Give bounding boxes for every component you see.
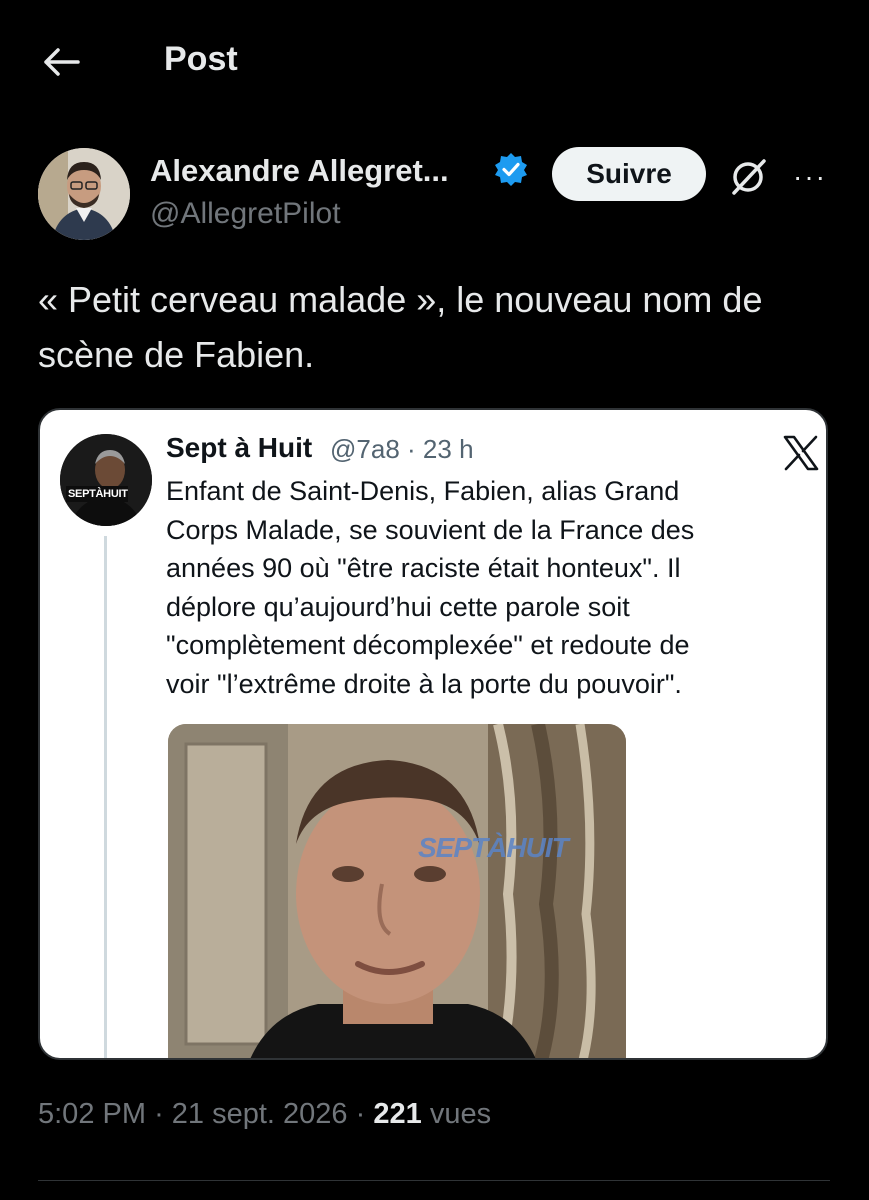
post-text-line: scène de Fabien.	[38, 334, 315, 375]
author-row: Alexandre Allegret... @AllegretPilot Sui…	[38, 145, 838, 240]
media-watermark: SEPTÀHUIT	[418, 832, 569, 863]
quoted-avatar-label: SEPTÀHUIT	[68, 488, 128, 500]
separator-dot: ·	[407, 434, 416, 464]
quoted-text-line: années 90 où "être raciste était honteux…	[166, 553, 681, 583]
post-text-line: « Petit cerveau malade », le nouveau nom…	[38, 279, 763, 320]
quoted-avatar-photo	[60, 434, 152, 526]
quoted-text: Enfant de Saint-Denis, Fabien, alias Gra…	[166, 472, 796, 703]
post-time[interactable]: 5:02 PM	[38, 1098, 146, 1130]
arrow-left-icon	[44, 48, 80, 76]
quoted-text-line: Enfant de Saint-Denis, Fabien, alias Gra…	[166, 476, 680, 506]
page-title: Post	[164, 40, 238, 78]
quoted-post[interactable]: SEPTÀHUIT Sept à Huit @7a8 · 23 h Enfant…	[38, 408, 828, 1060]
grok-icon[interactable]	[726, 155, 770, 199]
post-date[interactable]: 21 sept. 2026	[172, 1098, 348, 1130]
quoted-handle[interactable]: @7a8	[330, 434, 400, 464]
quoted-media[interactable]: SEPTÀHUIT	[168, 724, 626, 1058]
views-count[interactable]: 221	[373, 1098, 421, 1130]
divider	[38, 1180, 830, 1181]
more-horizontal-icon: ···	[793, 161, 827, 192]
verified-badge-icon	[495, 153, 527, 186]
author-handle[interactable]: @AllegretPilot	[150, 197, 341, 231]
quoted-text-line: déplore qu’aujourd’hui cette parole soit	[166, 591, 630, 622]
quoted-text-line: Corps Malade, se souvient de la France d…	[166, 514, 695, 545]
more-options-button[interactable]: ···	[788, 159, 832, 195]
video-still	[168, 724, 626, 1058]
post-metadata: 5:02 PM · 21 sept. 2026 · 221 vues	[38, 1098, 491, 1131]
quoted-text-line: voir "l’extrême droite à la porte du pou…	[166, 668, 682, 699]
x-logo-icon	[783, 435, 819, 471]
quoted-age[interactable]: 23 h	[423, 434, 474, 464]
author-avatar[interactable]	[38, 148, 130, 240]
post-text: « Petit cerveau malade », le nouveau nom…	[38, 272, 838, 382]
top-bar: Post	[0, 0, 869, 120]
quoted-meta: @7a8 · 23 h	[330, 434, 474, 465]
separator-dot: ·	[355, 1098, 366, 1130]
quoted-text-line: "complètement décomplexée" et redoute de	[166, 630, 690, 660]
author-display-name[interactable]: Alexandre Allegret...	[150, 153, 449, 189]
follow-button[interactable]: Suivre	[552, 147, 706, 201]
back-button[interactable]	[38, 38, 86, 86]
quoted-avatar[interactable]: SEPTÀHUIT	[60, 434, 152, 526]
author-photo	[38, 148, 130, 240]
quoted-author-name[interactable]: Sept à Huit	[166, 432, 312, 464]
separator-dot: ·	[154, 1098, 164, 1130]
thread-line	[104, 536, 107, 1058]
views-label: vues	[429, 1098, 492, 1130]
